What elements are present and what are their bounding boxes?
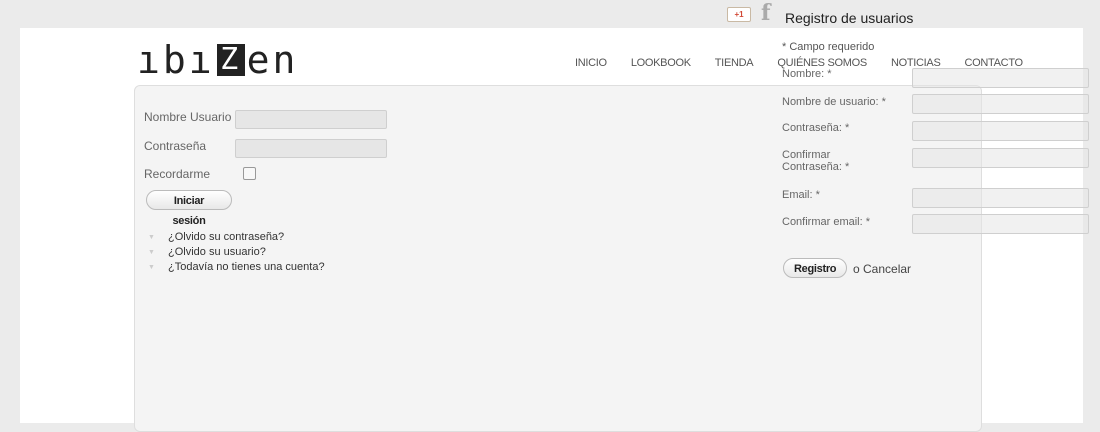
reg-username-input[interactable]: [912, 94, 1089, 114]
required-note: * Campo requerido: [782, 41, 875, 53]
list-item: ▼ ¿Olvido su usuario?: [148, 245, 325, 260]
register-button[interactable]: Registro: [783, 258, 847, 278]
list-item: ▼ ¿Olvido su contraseña?: [148, 230, 325, 245]
logo-text-end: en: [246, 38, 299, 82]
reg-name-label: Nombre: *: [782, 68, 832, 80]
login-links: ▼ ¿Olvido su contraseña? ▼ ¿Olvido su usua…: [148, 230, 325, 275]
remember-checkbox[interactable]: [243, 167, 256, 180]
list-item: ▼ ¿Todavía no tienes una cuenta?: [148, 260, 325, 275]
logo-text-start: ıbı: [137, 38, 215, 82]
cancel-link[interactable]: o Cancelar: [853, 262, 911, 276]
triangle-icon: ▼: [148, 234, 155, 241]
nav-tienda[interactable]: TIENDA: [715, 57, 754, 69]
reg-username-label: Nombre de usuario: *: [782, 96, 886, 108]
nav-inicio[interactable]: INICIO: [575, 57, 607, 69]
triangle-icon: ▼: [148, 264, 155, 271]
username-input[interactable]: [235, 110, 387, 129]
reg-password-label: Contraseña: *: [782, 122, 850, 134]
google-plus-icon[interactable]: +1: [727, 7, 751, 22]
triangle-icon: ▼: [148, 249, 155, 256]
ibizen-logo[interactable]: ıbı Z en: [137, 40, 298, 80]
password-input[interactable]: [235, 139, 387, 158]
nav-lookbook[interactable]: LOOKBOOK: [631, 57, 691, 69]
facebook-icon[interactable]: f: [761, 2, 770, 24]
reg-confirm-password-input[interactable]: [912, 148, 1089, 168]
logo-z-box: Z: [216, 44, 245, 76]
social-buttons: +1 f: [727, 2, 770, 24]
username-label: Nombre Usuario: [144, 110, 232, 124]
registration-title: Registro de usuarios: [785, 10, 914, 26]
password-label: Contraseña: [144, 139, 207, 153]
reg-name-input[interactable]: [912, 68, 1089, 88]
reg-confirm-password-label: Confirmar Contraseña: *: [782, 149, 850, 173]
reg-email-input[interactable]: [912, 188, 1089, 208]
reg-email-label: Email: *: [782, 189, 820, 201]
reg-confirm-email-input[interactable]: [912, 214, 1089, 234]
remember-label: Recordarme: [144, 167, 211, 181]
reg-confirm-email-label: Confirmar email: *: [782, 216, 871, 228]
forgot-password-link[interactable]: ¿Olvido su contraseña?: [168, 230, 284, 245]
reg-password-input[interactable]: [912, 121, 1089, 141]
create-account-link[interactable]: ¿Todavía no tienes una cuenta?: [168, 260, 325, 275]
forgot-username-link[interactable]: ¿Olvido su usuario?: [168, 245, 266, 260]
login-button[interactable]: Iniciar sesión: [146, 190, 232, 227]
